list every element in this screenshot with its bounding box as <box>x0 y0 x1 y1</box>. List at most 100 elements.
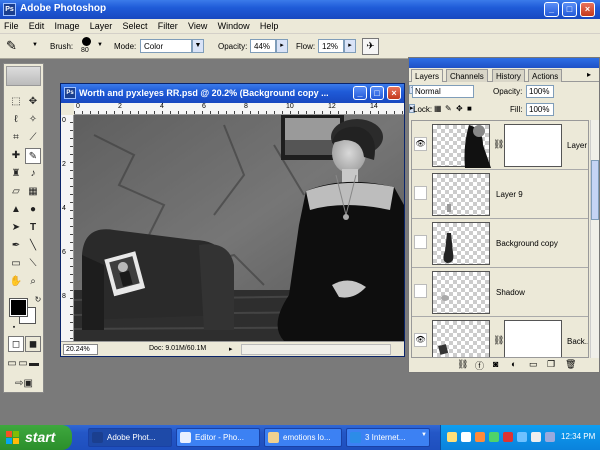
document-title-bar[interactable]: Ps Worth and pyxleyes RR.psd @ 20.2% (Ba… <box>61 84 404 103</box>
menu-help[interactable]: Help <box>256 19 283 31</box>
scrollbar-thumb[interactable] <box>591 160 599 220</box>
menu-image[interactable]: Image <box>51 19 84 31</box>
jump-to-imageready-icon[interactable]: ⇨▣ <box>8 376 40 392</box>
lock-pixels-icon[interactable]: ✎ <box>445 104 452 113</box>
mask-link-icon[interactable]: ⛓ <box>493 335 504 346</box>
zoom-tool-icon[interactable]: ⌕ <box>25 274 41 290</box>
opacity-arrow-icon[interactable]: ▸ <box>276 39 288 53</box>
document-size-info[interactable]: Doc: 9.01M/60.1M <box>149 345 206 352</box>
new-group-icon[interactable]: ▭ <box>529 359 538 370</box>
type-tool-icon[interactable]: T <box>25 220 41 236</box>
airbrush-icon[interactable]: ✈ <box>362 38 379 55</box>
brush-tool-icon[interactable]: ✎ <box>25 148 41 164</box>
layer-thumbnail[interactable] <box>432 320 490 357</box>
menu-file[interactable]: File <box>0 19 23 31</box>
menu-select[interactable]: Select <box>119 19 152 31</box>
tray-antivirus-icon[interactable] <box>489 432 499 442</box>
doc-close-button[interactable]: × <box>387 86 401 100</box>
gradient-tool-icon[interactable]: ▦ <box>25 184 41 200</box>
foreground-color-swatch[interactable] <box>9 298 28 317</box>
lasso-tool-icon[interactable]: ℓ <box>8 112 24 128</box>
brush-tool-preset-icon[interactable]: ✎ <box>6 38 17 54</box>
flow-input[interactable]: 12% <box>318 39 344 53</box>
new-layer-icon[interactable]: ❐ <box>547 359 555 370</box>
slice-tool-icon[interactable]: ⟋ <box>25 130 41 146</box>
tab-layers[interactable]: Layers <box>411 69 444 82</box>
brush-preview-icon[interactable] <box>82 37 91 46</box>
menu-edit[interactable]: Edit <box>25 19 49 31</box>
eyedropper-icon[interactable]: ⟍ <box>25 256 41 272</box>
tray-usb-icon[interactable] <box>545 432 555 442</box>
lock-position-icon[interactable]: ✥ <box>456 104 463 113</box>
crop-tool-icon[interactable]: ⌗ <box>8 130 24 146</box>
flow-arrow-icon[interactable]: ▸ <box>344 39 356 53</box>
layer-thumbnail[interactable] <box>432 222 490 265</box>
tray-messenger-icon[interactable] <box>475 432 485 442</box>
zoom-level-field[interactable]: 20.24% <box>63 344 98 355</box>
eraser-tool-icon[interactable]: ▱ <box>8 184 24 200</box>
mode-select[interactable]: Color <box>140 39 192 53</box>
lock-transparency-icon[interactable]: ▦ <box>434 104 442 113</box>
eye-icon[interactable]: 👁 <box>414 333 427 347</box>
tab-history[interactable]: History <box>492 69 525 82</box>
add-mask-icon[interactable]: ◙ <box>493 359 498 369</box>
path-select-icon[interactable]: ➤ <box>8 220 24 236</box>
tray-network-icon[interactable] <box>461 432 471 442</box>
healing-brush-icon[interactable]: ✚ <box>8 148 24 164</box>
fill-input[interactable]: 100% <box>526 103 554 116</box>
standard-mode-icon[interactable]: ◻ <box>8 336 24 352</box>
mask-link-icon[interactable]: ⛓ <box>493 139 504 150</box>
app-title-bar[interactable]: Ps Adobe Photoshop _ □ × <box>0 0 600 19</box>
image-canvas[interactable] <box>74 115 404 341</box>
feather-logo-icon[interactable] <box>6 66 41 86</box>
close-button[interactable]: × <box>580 2 595 17</box>
hand-tool-icon[interactable]: ✋ <box>8 274 24 290</box>
dodge-tool-icon[interactable]: ● <box>25 202 41 218</box>
layer-row[interactable]: 👁 ⛓ Back... <box>412 317 588 357</box>
top-ruler[interactable]: 0 2 4 6 8 10 12 14 <box>74 103 404 115</box>
line-tool-icon[interactable]: ╲ <box>25 238 41 254</box>
pen-tool-icon[interactable]: ✒ <box>8 238 24 254</box>
menu-layer[interactable]: Layer <box>86 19 117 31</box>
marquee-tool-icon[interactable]: ⬚ <box>8 94 24 110</box>
panel-title-grip[interactable] <box>409 58 599 68</box>
clock[interactable]: 12:34 PM <box>561 432 595 441</box>
task-editor[interactable]: Editor - Pho... <box>176 428 260 447</box>
brush-picker-chevron-icon[interactable]: ▼ <box>97 42 103 48</box>
tray-mail-icon[interactable] <box>447 432 457 442</box>
move-tool-icon[interactable]: ✥ <box>25 94 41 110</box>
tray-volume-icon[interactable] <box>531 432 541 442</box>
doc-minimize-button[interactable]: _ <box>353 86 367 100</box>
eye-icon[interactable]: 👁 <box>414 137 427 151</box>
task-internet[interactable]: 3 Internet... ▼ <box>346 428 430 447</box>
history-brush-icon[interactable]: ♪ <box>25 166 41 182</box>
menu-window[interactable]: Window <box>214 19 254 31</box>
layer-mask-thumbnail[interactable] <box>504 124 562 167</box>
tray-connection-icon[interactable] <box>517 432 527 442</box>
blend-mode-select[interactable]: Normal <box>412 85 474 98</box>
layer-opacity-input[interactable]: 100% <box>526 85 554 98</box>
minimize-button[interactable]: _ <box>544 2 559 17</box>
layer-row[interactable]: 👁 ⛓ Layer 3 <box>412 121 588 170</box>
layers-scrollbar[interactable] <box>590 120 599 358</box>
visibility-toggle[interactable] <box>414 186 427 200</box>
panel-menu-icon[interactable]: ▸ <box>587 70 591 79</box>
visibility-toggle[interactable] <box>414 235 427 249</box>
menu-filter[interactable]: Filter <box>154 19 182 31</box>
tab-channels[interactable]: Channels <box>446 69 488 82</box>
tray-shield-icon[interactable] <box>503 432 513 442</box>
chevron-down-icon[interactable]: ▼ <box>32 42 38 48</box>
left-ruler[interactable]: 0 2 4 6 8 <box>61 115 74 341</box>
magic-wand-icon[interactable]: ✧ <box>25 112 41 128</box>
layer-thumbnail[interactable] <box>432 173 490 216</box>
clone-stamp-icon[interactable]: ♜ <box>8 166 24 182</box>
task-photoshop[interactable]: Adobe Phot... <box>88 428 172 447</box>
layer-row[interactable]: Layer 9 <box>412 170 588 219</box>
quick-mask-icon[interactable]: ◼ <box>25 336 41 352</box>
opacity-input[interactable]: 44% <box>250 39 276 53</box>
layer-row[interactable]: Shadow <box>412 268 588 317</box>
swap-colors-icon[interactable]: ↻ <box>30 292 46 308</box>
new-fill-layer-icon[interactable]: ◐ <box>511 359 516 369</box>
delete-layer-icon[interactable]: 🗑 <box>565 359 576 370</box>
layer-mask-thumbnail[interactable] <box>504 320 562 357</box>
